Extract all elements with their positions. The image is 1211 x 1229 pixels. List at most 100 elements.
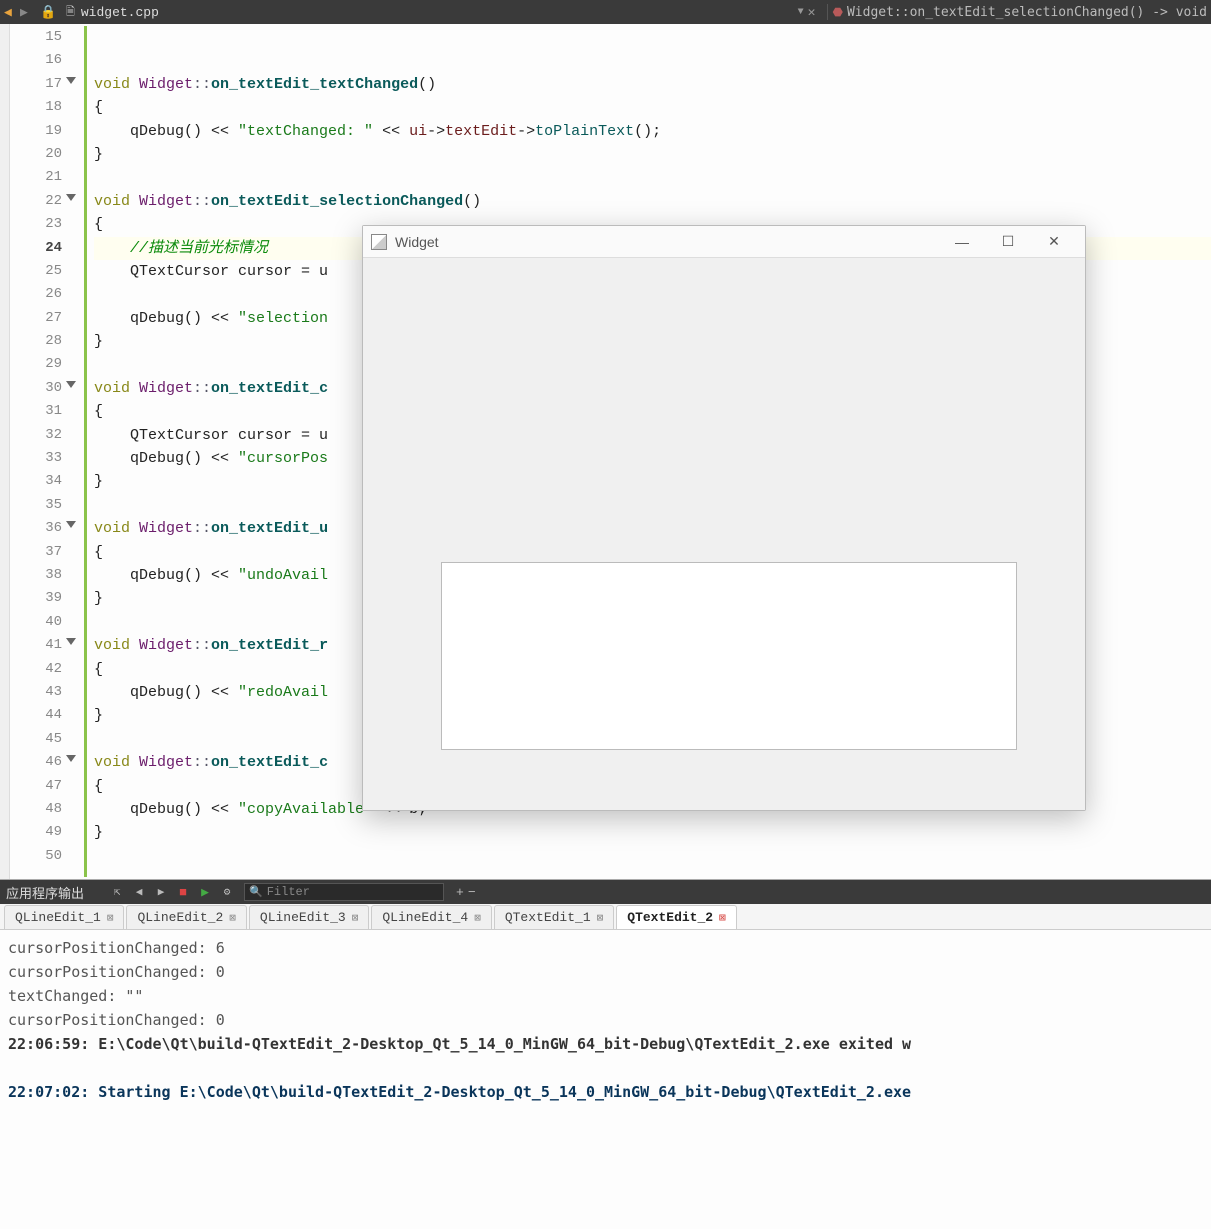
next-icon[interactable]: ▶ [152, 883, 170, 901]
line-number[interactable]: 17 [10, 73, 62, 96]
line-number[interactable]: 30 [10, 377, 62, 400]
plus-icon[interactable]: + [456, 885, 464, 900]
output-tab-label: QTextEdit_1 [505, 910, 591, 925]
output-tab[interactable]: QTextEdit_2⊠ [616, 905, 736, 929]
line-number[interactable]: 15 [10, 26, 62, 49]
fold-toggle-icon[interactable] [66, 194, 76, 201]
line-number[interactable]: 28 [10, 330, 62, 353]
tab-close-icon[interactable]: ✕ [808, 5, 816, 20]
stop-icon[interactable]: ■ [174, 883, 192, 901]
code-line[interactable]: } [94, 821, 1211, 844]
line-number[interactable]: 46 [10, 751, 62, 774]
line-number[interactable]: 47 [10, 775, 62, 798]
widget-body [363, 258, 1085, 810]
output-line: cursorPositionChanged: 0 [8, 1008, 1203, 1032]
file-icon: 🗎 [66, 3, 75, 22]
gear-icon[interactable]: ⚙ [218, 883, 236, 901]
line-number[interactable]: 26 [10, 283, 62, 306]
output-body[interactable]: cursorPositionChanged: 6cursorPositionCh… [0, 930, 1211, 1110]
fold-toggle-icon[interactable] [66, 381, 76, 388]
fold-toggle-icon[interactable] [66, 755, 76, 762]
lock-icon[interactable]: 🔒 [40, 5, 54, 20]
code-line[interactable]: qDebug() << "textChanged: " << ui->textE… [94, 120, 1211, 143]
line-number[interactable]: 38 [10, 564, 62, 587]
output-tab[interactable]: QLineEdit_1 ⊠ [4, 905, 124, 929]
line-number[interactable]: 32 [10, 424, 62, 447]
line-number[interactable]: 25 [10, 260, 62, 283]
line-number[interactable]: 41 [10, 634, 62, 657]
tab-close-icon[interactable]: ⊠ [352, 911, 359, 925]
attach-icon[interactable]: ⇱ [108, 883, 126, 901]
code-line[interactable] [94, 26, 1211, 49]
top-toolbar: ◀ ▶ 🔒 🗎 widget.cpp ▼ ✕ ⬣ Widget::on_text… [0, 0, 1211, 24]
text-edit-area[interactable] [441, 562, 1017, 750]
line-number[interactable]: 48 [10, 798, 62, 821]
line-number[interactable]: 23 [10, 213, 62, 236]
prev-icon[interactable]: ◀ [130, 883, 148, 901]
line-number[interactable]: 34 [10, 470, 62, 493]
line-number[interactable]: 20 [10, 143, 62, 166]
output-line: cursorPositionChanged: 0 [8, 960, 1203, 984]
line-number[interactable]: 44 [10, 704, 62, 727]
tab-close-icon[interactable]: ⊠ [474, 911, 481, 925]
line-number[interactable]: 29 [10, 353, 62, 376]
code-line[interactable] [94, 845, 1211, 868]
line-number[interactable]: 16 [10, 49, 62, 72]
output-tab[interactable]: QLineEdit_3⊠ [249, 905, 369, 929]
fold-toggle-icon[interactable] [66, 77, 76, 84]
line-number-gutter[interactable]: 1516171819202122232425262728293031323334… [10, 24, 66, 879]
panel-header: 应用程序输出 ⇱ ◀ ▶ ■ ▶ ⚙ 🔍 Filter + − [0, 880, 1211, 904]
fold-strip [66, 24, 84, 879]
nav-forward-icon[interactable]: ▶ [20, 5, 34, 20]
line-number[interactable]: 18 [10, 96, 62, 119]
code-line[interactable]: void Widget::on_textEdit_textChanged() [94, 73, 1211, 96]
line-number[interactable]: 19 [10, 120, 62, 143]
line-number[interactable]: 36 [10, 517, 62, 540]
output-line: cursorPositionChanged: 6 [8, 936, 1203, 960]
tab-close-icon[interactable]: ⊠ [719, 911, 726, 925]
code-line[interactable] [94, 166, 1211, 189]
line-number[interactable]: 27 [10, 307, 62, 330]
run-icon[interactable]: ▶ [196, 883, 214, 901]
tab-close-icon[interactable]: ⊠ [229, 911, 236, 925]
fold-toggle-icon[interactable] [66, 521, 76, 528]
fold-toggle-icon[interactable] [66, 638, 76, 645]
line-number[interactable]: 21 [10, 166, 62, 189]
output-tab[interactable]: QLineEdit_4⊠ [371, 905, 491, 929]
file-tab[interactable]: 🗎 widget.cpp [58, 1, 167, 24]
widget-titlebar[interactable]: Widget — ☐ ✕ [363, 226, 1085, 258]
maximize-button[interactable]: ☐ [985, 227, 1031, 257]
line-number[interactable]: 35 [10, 494, 62, 517]
nav-back-icon[interactable]: ◀ [4, 5, 18, 20]
line-number[interactable]: 40 [10, 611, 62, 634]
tab-close-icon[interactable]: ⊠ [107, 911, 114, 925]
line-number[interactable]: 43 [10, 681, 62, 704]
code-line[interactable]: void Widget::on_textEdit_selectionChange… [94, 190, 1211, 213]
panel-title: 应用程序输出 [6, 883, 84, 902]
minimize-button[interactable]: — [939, 227, 985, 257]
line-number[interactable]: 45 [10, 728, 62, 751]
code-line[interactable]: } [94, 143, 1211, 166]
line-number[interactable]: 37 [10, 541, 62, 564]
code-line[interactable]: { [94, 96, 1211, 119]
line-number[interactable]: 49 [10, 821, 62, 844]
code-line[interactable] [94, 49, 1211, 72]
tab-close-icon[interactable]: ⊠ [597, 911, 604, 925]
minus-icon[interactable]: − [468, 885, 476, 900]
close-button[interactable]: ✕ [1031, 227, 1077, 257]
filter-input[interactable]: 🔍 Filter [244, 883, 444, 901]
line-number[interactable]: 42 [10, 658, 62, 681]
line-number[interactable]: 39 [10, 587, 62, 610]
line-number[interactable]: 33 [10, 447, 62, 470]
line-number[interactable]: 24 [10, 237, 62, 260]
output-tab[interactable]: QTextEdit_1 ⊠ [494, 905, 614, 929]
widget-window[interactable]: Widget — ☐ ✕ [362, 225, 1086, 811]
output-tab[interactable]: QLineEdit_2⊠ [126, 905, 246, 929]
line-number[interactable]: 31 [10, 400, 62, 423]
breadcrumb[interactable]: Widget::on_textEdit_selectionChanged() -… [847, 5, 1207, 20]
output-tab-label: QLineEdit_1 [15, 910, 101, 925]
change-marker [84, 26, 87, 877]
line-number[interactable]: 50 [10, 845, 62, 868]
line-number[interactable]: 22 [10, 190, 62, 213]
tab-dropdown-icon[interactable]: ▼ [798, 7, 804, 18]
